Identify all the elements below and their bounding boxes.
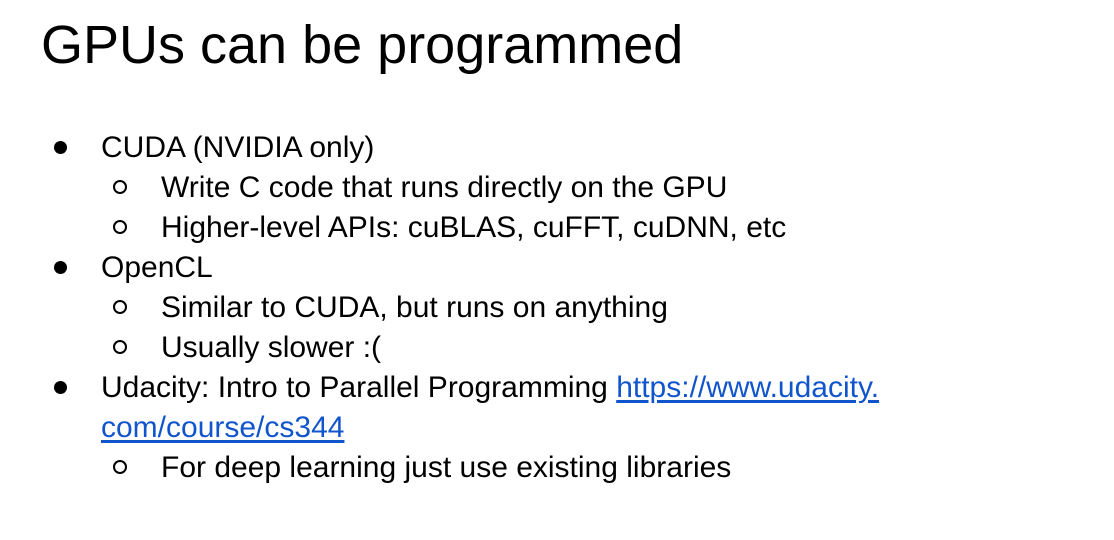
disc-bullet-icon: [45, 368, 75, 408]
bullet-text-line: com/course/cs344: [101, 408, 1114, 448]
sub-bullet-item: Similar to CUDA, but runs on anything: [0, 288, 1114, 328]
bullet-item-opencl: OpenCL: [0, 248, 1114, 288]
sub-bullet-text: Usually slower :(: [161, 331, 382, 364]
circle-bullet-icon: [105, 288, 135, 328]
bullet-text: Udacity: Intro to Parallel Programming: [101, 371, 617, 404]
bullet-text-line: Udacity: Intro to Parallel Programming h…: [101, 368, 1114, 408]
circle-bullet-icon: [105, 448, 135, 488]
circle-bullet-icon: [105, 328, 135, 368]
circle-bullet-icon: [105, 168, 135, 208]
bullet-item-udacity: Udacity: Intro to Parallel Programming h…: [0, 368, 1114, 448]
sub-bullet-item: Usually slower :(: [0, 328, 1114, 368]
slide-title: GPUs can be programmed: [41, 15, 684, 75]
udacity-course-link-continued[interactable]: com/course/cs344: [101, 411, 344, 444]
bullet-item-cuda: CUDA (NVIDIA only): [0, 128, 1114, 168]
disc-bullet-icon: [45, 128, 75, 168]
sub-bullet-item: Write C code that runs directly on the G…: [0, 168, 1114, 208]
disc-bullet-icon: [45, 248, 75, 288]
udacity-course-link[interactable]: https://www.udacity.: [616, 371, 879, 404]
circle-bullet-icon: [105, 208, 135, 248]
sub-bullet-item: Higher-level APIs: cuBLAS, cuFFT, cuDNN,…: [0, 208, 1114, 248]
bullet-text: CUDA (NVIDIA only): [101, 131, 375, 164]
slide: GPUs can be programmed CUDA (NVIDIA only…: [0, 0, 1114, 540]
sub-bullet-text: Higher-level APIs: cuBLAS, cuFFT, cuDNN,…: [161, 211, 787, 244]
sub-bullet-item: For deep learning just use existing libr…: [0, 448, 1114, 488]
sub-bullet-text: Similar to CUDA, but runs on anything: [161, 291, 668, 324]
sub-bullet-text: For deep learning just use existing libr…: [161, 451, 732, 484]
bullet-list: CUDA (NVIDIA only) Write C code that run…: [0, 128, 1114, 488]
bullet-text: OpenCL: [101, 251, 213, 284]
sub-bullet-text: Write C code that runs directly on the G…: [161, 171, 728, 204]
